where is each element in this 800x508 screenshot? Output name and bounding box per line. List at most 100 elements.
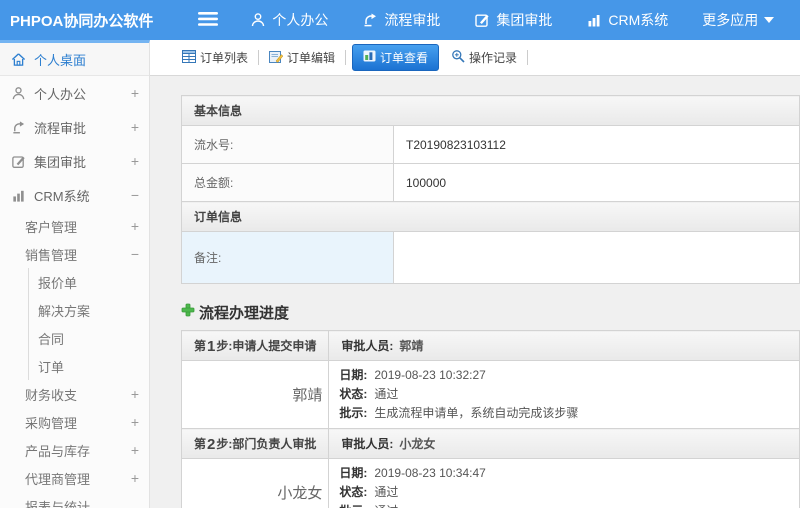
sidebar-item-group-approval[interactable]: 集团审批 + bbox=[0, 144, 149, 178]
step-title: 第2步:部门负责人审批 bbox=[180, 428, 330, 459]
section-header-row: 订单信息 bbox=[181, 201, 800, 232]
sidebar-item-label: 报表与统计 bbox=[25, 499, 91, 508]
main-layout: 个人桌面 个人办公 + 流程审批 + 集团审批 + CRM系统 − 客户管理 +… bbox=[0, 40, 800, 508]
expand-toggle[interactable]: + bbox=[131, 471, 141, 485]
field-label-serial: 流水号: bbox=[181, 125, 394, 164]
detail-line-status: 状态: 通过 bbox=[339, 485, 399, 499]
menu-toggle-button[interactable] bbox=[198, 11, 219, 29]
table-row: 备注: bbox=[181, 231, 800, 284]
sidebar-item-workflow[interactable]: 流程审批 + bbox=[0, 110, 149, 144]
tab-order-view[interactable]: 订单查看 bbox=[352, 44, 440, 71]
caret-down-icon bbox=[764, 17, 775, 23]
expand-toggle[interactable]: + bbox=[131, 86, 141, 100]
nav-item-label: 集团审批 bbox=[496, 12, 553, 28]
progress-section-title: 流程办理进度 bbox=[181, 302, 800, 322]
bar-chart-icon bbox=[586, 12, 602, 28]
sidebar-item-quotation[interactable]: 报价单 bbox=[28, 268, 149, 296]
field-value-serial: T20190823103112 bbox=[393, 125, 800, 164]
top-nav: PHPOA协同办公软件 个人办公 流程审批 集团审批 CRM系统 更多应用 bbox=[0, 0, 800, 40]
sidebar-item-label: 流程审批 bbox=[34, 120, 87, 136]
sidebar-item-solution[interactable]: 解决方案 bbox=[28, 296, 149, 324]
sidebar-item-label: 销售管理 bbox=[25, 247, 78, 263]
tab-label: 操作记录 bbox=[469, 51, 518, 65]
progress-title-text: 流程办理进度 bbox=[199, 304, 290, 322]
expand-toggle[interactable]: + bbox=[131, 219, 141, 233]
sidebar-item-finance[interactable]: 财务收支 + bbox=[0, 380, 149, 408]
tab-label: 订单编辑 bbox=[287, 51, 336, 65]
tab-order-edit[interactable]: 订单编辑 bbox=[261, 49, 343, 66]
sidebar-item-order[interactable]: 订单 bbox=[28, 352, 149, 380]
field-value-amount: 100000 bbox=[393, 163, 800, 202]
edit-square-icon bbox=[474, 12, 490, 28]
home-icon bbox=[10, 52, 26, 67]
bar-chart-icon bbox=[10, 188, 26, 203]
sidebar-item-purchase[interactable]: 采购管理 + bbox=[0, 408, 149, 436]
hamburger-icon bbox=[198, 11, 219, 29]
nav-item-workflow-approval[interactable]: 流程审批 bbox=[362, 10, 440, 30]
table-row: 流水号: T20190823103112 bbox=[181, 125, 800, 164]
handler-name: 小龙女 bbox=[180, 458, 330, 508]
progress-table: 第1步:申请人提交申请 审批人员: 郭靖 郭靖 日期: 2019-08-23 10:… bbox=[180, 330, 800, 508]
field-label-remark: 备注: bbox=[181, 231, 394, 284]
collapse-toggle[interactable]: − bbox=[131, 247, 141, 261]
sidebar-item-agent-mgmt[interactable]: 代理商管理 + bbox=[0, 464, 149, 492]
approver-label: 审批人员: bbox=[341, 339, 394, 353]
sidebar-item-desktop[interactable]: 个人桌面 bbox=[0, 43, 149, 76]
sidebar: 个人桌面 个人办公 + 流程审批 + 集团审批 + CRM系统 − 客户管理 +… bbox=[0, 40, 150, 508]
edit-square-icon bbox=[10, 154, 26, 169]
step-detail-row: 小龙女 日期:2019-08-23 10:34:47 状态:通过 批示:通过 bbox=[180, 458, 800, 508]
sidebar-item-label: 报价单 bbox=[38, 275, 78, 291]
sidebar-item-customer-mgmt[interactable]: 客户管理 + bbox=[0, 212, 149, 240]
expand-toggle[interactable]: + bbox=[131, 120, 141, 134]
nav-item-personal-office[interactable]: 个人办公 bbox=[250, 10, 328, 30]
tab-divider bbox=[258, 50, 260, 65]
person-icon bbox=[10, 86, 26, 101]
table-grid-icon bbox=[182, 49, 196, 66]
content-area: 订单列表 订单编辑 订单查看 操作记录 基本信息 流水号: T201908231… bbox=[150, 40, 800, 508]
approver-name: 郭靖 bbox=[399, 339, 424, 353]
sidebar-item-contract[interactable]: 合同 bbox=[28, 324, 149, 352]
table-row: 总金额: 100000 bbox=[181, 163, 800, 202]
expand-toggle[interactable]: + bbox=[131, 443, 141, 457]
nav-menu: 个人办公 流程审批 集团审批 CRM系统 更多应用 bbox=[250, 10, 800, 30]
tab-label: 订单列表 bbox=[200, 51, 249, 65]
tab-order-list[interactable]: 订单列表 bbox=[174, 49, 256, 66]
field-label-amount: 总金额: bbox=[181, 163, 394, 202]
tab-label: 订单查看 bbox=[380, 51, 429, 65]
tab-operation-log[interactable]: 操作记录 bbox=[443, 49, 525, 66]
sidebar-item-label: 代理商管理 bbox=[25, 471, 91, 487]
person-icon bbox=[250, 12, 266, 28]
step-approver-cell: 审批人员: 小龙女 bbox=[328, 428, 800, 459]
collapse-toggle[interactable]: − bbox=[131, 188, 141, 202]
green-plus-icon bbox=[181, 303, 195, 321]
app-window: PHPOA协同办公软件 个人办公 流程审批 集团审批 CRM系统 更多应用 个人… bbox=[0, 0, 800, 508]
step-number: 2 bbox=[207, 435, 216, 453]
sidebar-item-label: 采购管理 bbox=[25, 415, 78, 431]
sidebar-item-label: 客户管理 bbox=[25, 219, 78, 235]
expand-toggle[interactable]: + bbox=[131, 154, 141, 168]
order-view-page: 基本信息 流水号: T20190823103112 总金额: 100000 订单… bbox=[150, 76, 800, 508]
edit-doc-icon bbox=[269, 50, 284, 66]
section-header-row: 基本信息 bbox=[181, 95, 800, 126]
sidebar-item-label: 产品与库存 bbox=[25, 443, 91, 459]
step-detail-row: 郭靖 日期: 2019-08-23 10:32:27 状态: 通过 批示: 生成流程申… bbox=[180, 360, 800, 429]
sidebar-item-crm[interactable]: CRM系统 − bbox=[0, 178, 149, 212]
tab-divider bbox=[345, 50, 347, 65]
approver-name: 小龙女 bbox=[399, 437, 436, 451]
step-header-row: 第2步:部门负责人审批 审批人员: 小龙女 bbox=[180, 428, 800, 459]
magnifier-plus-icon bbox=[451, 49, 465, 66]
nav-item-more-apps[interactable]: 更多应用 bbox=[702, 10, 775, 30]
nav-item-crm[interactable]: CRM系统 bbox=[586, 10, 668, 30]
expand-toggle[interactable]: + bbox=[131, 387, 141, 401]
sidebar-item-product-inventory[interactable]: 产品与库存 + bbox=[0, 436, 149, 464]
sidebar-item-personal-office[interactable]: 个人办公 + bbox=[0, 76, 149, 110]
step-name: 部门负责人审批 bbox=[232, 436, 317, 451]
step-name: 申请人提交申请 bbox=[232, 338, 317, 353]
sidebar-item-sales-mgmt[interactable]: 销售管理 − bbox=[0, 240, 149, 268]
sidebar-item-label: 集团审批 bbox=[34, 154, 87, 170]
expand-toggle[interactable]: + bbox=[131, 415, 141, 429]
order-info-table: 基本信息 流水号: T20190823103112 总金额: 100000 订单… bbox=[181, 95, 800, 284]
nav-item-group-approval[interactable]: 集团审批 bbox=[474, 10, 552, 30]
sidebar-item-reports[interactable]: 报表与统计 bbox=[0, 492, 149, 508]
sidebar-item-label: 合同 bbox=[38, 331, 65, 347]
